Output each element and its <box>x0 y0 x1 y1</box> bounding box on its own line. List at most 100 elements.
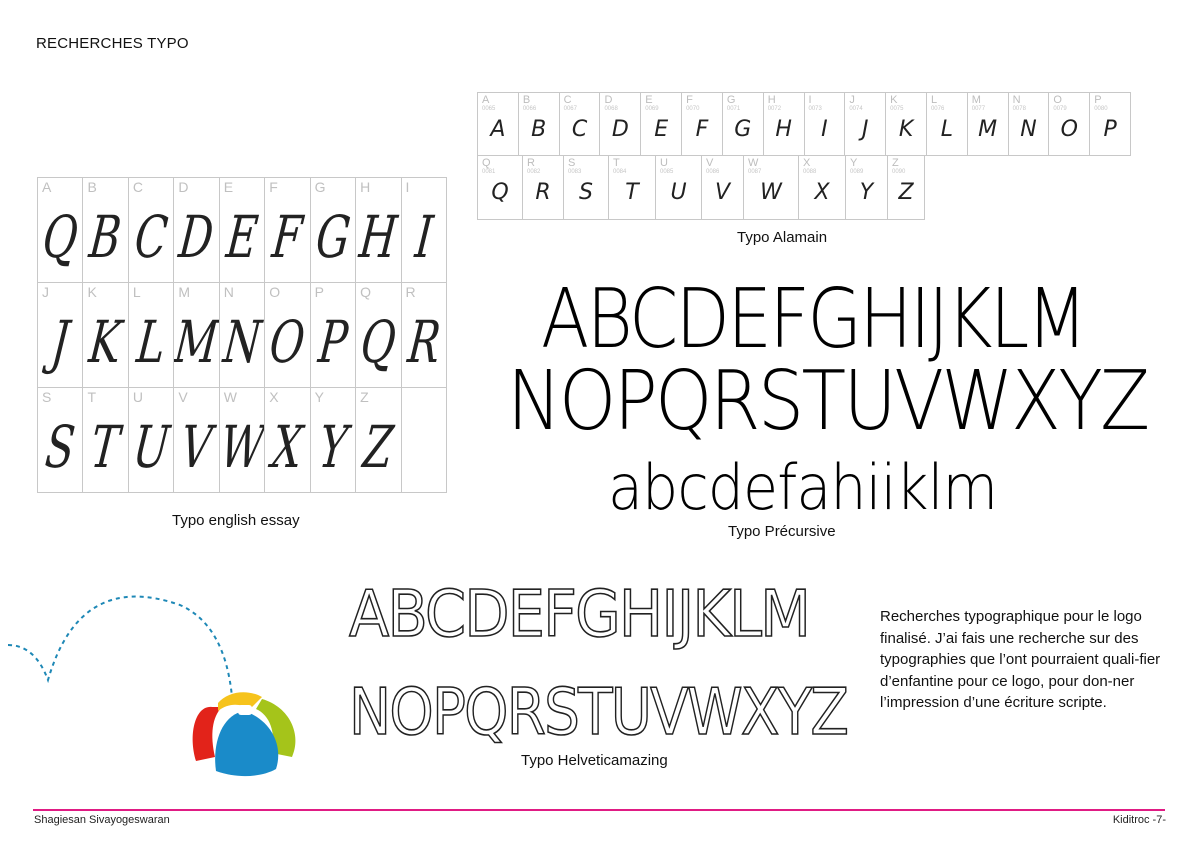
alamain-cell-glyph: Y <box>859 180 874 205</box>
alamain-cell-code: 0067 <box>563 106 577 112</box>
precursive-caption: Typo Précursive <box>728 523 836 540</box>
essay-cell: JJ <box>38 283 84 388</box>
essay-cell-glyph: K <box>86 308 125 376</box>
essay-cell: WW <box>219 388 266 493</box>
alamain-cell-glyph: V <box>714 180 731 205</box>
essay-caption: Typo english essay <box>172 512 300 529</box>
essay-cell: CC <box>128 178 175 283</box>
alamain-cell-glyph: Q <box>491 180 509 205</box>
essay-cell: VV <box>174 388 220 493</box>
alamain-cell-label: C <box>563 94 572 106</box>
alamain-cell-glyph: W <box>760 180 782 205</box>
alamain-cell-label: N <box>1012 94 1021 106</box>
alamain-cell-code: 0080 <box>1094 106 1108 112</box>
alamain-cell-glyph: H <box>775 117 792 142</box>
alamain-cell-code: 0087 <box>748 169 762 175</box>
alamain-cell-glyph: X <box>814 180 830 205</box>
alamain-cell-glyph: U <box>670 180 687 205</box>
alamain-cell-code: 0083 <box>568 169 582 175</box>
essay-cell: FF <box>265 178 311 283</box>
alamain-cell-glyph: A <box>490 117 506 142</box>
alamain-cell: B 0066 B <box>518 93 560 156</box>
alamain-cell-label: X <box>803 157 811 169</box>
alamain-cell-code: 0089 <box>850 169 864 175</box>
essay-cell: ZZ <box>356 388 402 493</box>
precursive-uppercase-line-2: NOPQRSTUVWXYZ <box>507 354 1150 449</box>
essay-cell-glyph: Q <box>357 308 399 376</box>
helveticamazing-line-1: ABCDEFGHIJKLM <box>348 577 811 653</box>
alamain-cell: O 0079 O <box>1049 93 1091 156</box>
alamain-cell-label: S <box>568 157 576 169</box>
helveticamazing-line-2: NOPQRSTUVWXYZ <box>348 675 849 751</box>
essay-cell-glyph: C <box>131 203 171 271</box>
essay-cell-label: I <box>405 179 410 195</box>
alamain-cell-code: 0085 <box>660 169 674 175</box>
essay-cell-glyph: M <box>174 308 220 376</box>
essay-cell-glyph: Y <box>315 413 351 481</box>
alamain-cell-code: 0079 <box>1053 106 1067 112</box>
alamain-cell-glyph: L <box>940 117 953 142</box>
alamain-cell-label: L <box>930 94 938 106</box>
alamain-cell-label: J <box>849 94 855 106</box>
alamain-cell: C 0067 C <box>559 93 601 156</box>
essay-cell-glyph: T <box>88 413 124 481</box>
alamain-cell: V 0086 V <box>702 156 744 220</box>
alamain-cell-code: 0077 <box>971 106 986 112</box>
alamain-cell-glyph: C <box>571 117 588 142</box>
alamain-cell: N 0078 N <box>1008 93 1050 156</box>
alamain-cell-code: 0069 <box>645 106 659 112</box>
essay-cell: OO <box>265 283 311 388</box>
alamain-cell-code: 0071 <box>726 106 741 112</box>
essay-cell-glyph: X <box>269 413 306 481</box>
essay-cell: UU <box>128 388 175 493</box>
essay-cell: MM <box>174 283 220 388</box>
alamain-cell-glyph: J <box>861 117 869 142</box>
essay-cell: LL <box>128 283 175 388</box>
essay-cell-glyph <box>403 402 444 492</box>
alamain-cell-label: G <box>726 94 736 106</box>
alamain-cell: X 0088 X <box>799 156 846 220</box>
essay-cell-glyph: O <box>266 308 309 376</box>
page-title: RECHERCHES TYPO <box>36 35 189 52</box>
alamain-cell-glyph: N <box>1020 117 1037 142</box>
alamain-cell: D 0068 D <box>600 93 642 156</box>
alamain-cell-code: 0075 <box>890 106 904 112</box>
alamain-cell: K 0075 K <box>886 93 927 156</box>
alamain-cell: H 0072 H <box>763 93 805 156</box>
alamain-cell-code: 0078 <box>1012 106 1026 112</box>
alamain-cell-code: 0073 <box>808 106 822 112</box>
essay-cell: QQ <box>356 283 402 388</box>
alamain-cell-code: 0086 <box>706 169 720 175</box>
alamain-cell-label: E <box>645 94 653 106</box>
alamain-cell-code: 0066 <box>522 106 537 112</box>
essay-cell-glyph: V <box>178 413 216 481</box>
essay-cell-glyph: D <box>176 203 217 271</box>
alamain-grid-row-2: Q 0081 Q R 0082 R S 0083 S T 0084 T U 0085 U V 0086 V W 008… <box>477 156 925 220</box>
alamain-cell-label: W <box>748 157 759 169</box>
alamain-cell-label: U <box>660 157 668 169</box>
alamain-cell-label: B <box>522 94 531 106</box>
alamain-cell: Q 0081 Q <box>478 156 523 220</box>
alamain-caption: Typo Alamain <box>737 229 828 246</box>
footer-page-number: Kiditroc -7- <box>1112 814 1166 826</box>
essay-cell-glyph: S <box>42 413 78 481</box>
alamain-cell-glyph: R <box>535 180 551 205</box>
essay-cell: SS <box>38 388 84 493</box>
alamain-cell-code: 0065 <box>482 106 496 112</box>
essay-cell: XX <box>265 388 311 493</box>
essay-cell: YY <box>310 388 357 493</box>
essay-cell-glyph: Z <box>360 413 397 481</box>
ball-white-highlight <box>238 705 252 715</box>
alamain-cell-glyph: E <box>654 117 669 142</box>
alamain-cell-glyph: I <box>821 117 828 142</box>
alamain-cell: S 0083 S <box>564 156 609 220</box>
alamain-cell-glyph: T <box>625 180 639 205</box>
essay-cell-glyph: L <box>133 308 169 376</box>
essay-cell-glyph: W <box>219 413 266 481</box>
alamain-cell-label: P <box>1094 94 1102 106</box>
alamain-cell-code: 0084 <box>613 169 627 175</box>
essay-cell: HH <box>356 178 402 283</box>
footer-author: Shagiesan Sivayogeswaran <box>34 814 170 826</box>
alamain-cell-label: V <box>706 157 714 169</box>
alamain-cell-glyph: O <box>1060 117 1078 142</box>
